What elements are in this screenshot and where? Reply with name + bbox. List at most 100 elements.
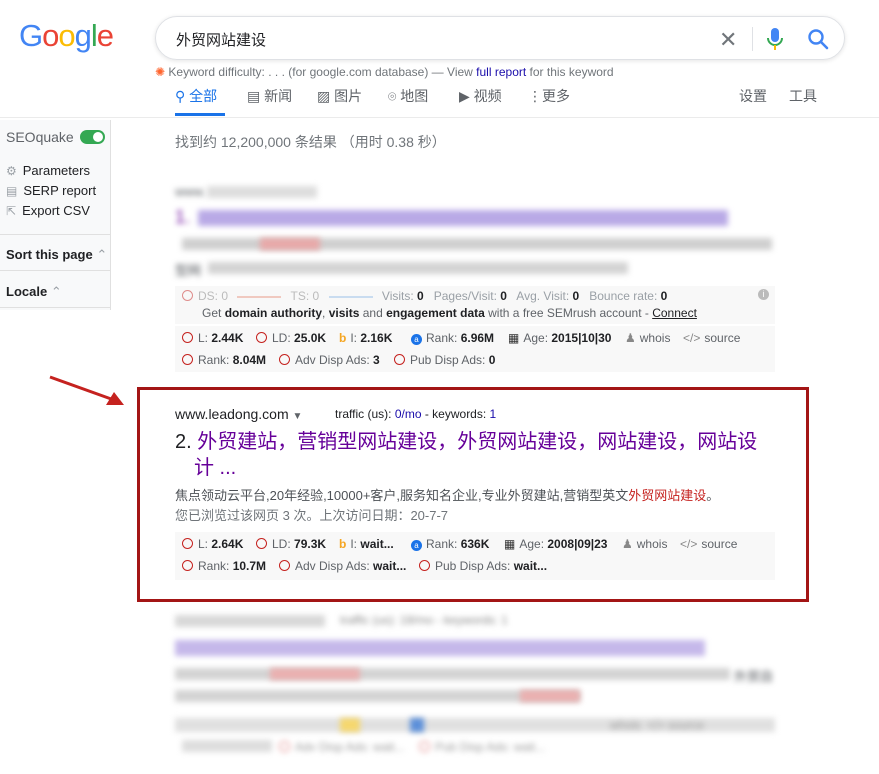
ts-label: TS: <box>290 289 310 303</box>
result1-title[interactable] <box>198 210 728 226</box>
metric-link-domains[interactable]: LD: 25.0K <box>256 331 326 345</box>
ts-bar <box>328 295 373 298</box>
metric-age[interactable]: ▦ Age: 2015|10|30 <box>508 331 611 345</box>
google-logo[interactable]: Google <box>19 18 114 54</box>
logo-letter: G <box>19 18 43 53</box>
metrics-row: Adv Disp Ads: wait... Pub Disp Ads: wait… <box>182 740 772 756</box>
metric-value: wait... <box>513 559 548 573</box>
seoquake-title: SEOquake <box>6 129 74 145</box>
metric-pub-disp-ads[interactable]: Pub Disp Ads: wait... <box>419 559 547 573</box>
metric-rank[interactable]: a Rank: 6.96M <box>411 331 494 345</box>
sort-page-toggle[interactable]: Sort this page ⌃ <box>6 247 107 263</box>
parameters-link[interactable]: ⚙ Parameters <box>6 163 90 178</box>
metric-index[interactable]: b I: wait... <box>339 537 394 551</box>
result1-url[interactable]: www. <box>175 184 206 199</box>
traffic-label: traffic (us): <box>335 407 392 421</box>
snippet-text: 。 <box>706 488 720 503</box>
metric-rank[interactable]: a Rank: 636K <box>411 537 489 551</box>
calendar-icon: ▦ <box>504 537 516 551</box>
metric-index[interactable]: b I: 2.16K <box>339 331 392 345</box>
info-icon[interactable]: i <box>758 289 769 300</box>
semrush-promo: Get domain authority, visits and engagem… <box>202 306 697 320</box>
settings-link[interactable]: 设置 <box>739 86 767 106</box>
metric-links[interactable]: L: 2.44K <box>182 331 243 345</box>
ds-bar <box>237 295 282 298</box>
metric-value: 2008|09|23 <box>547 537 608 551</box>
metric-label: Pub Disp Ads: <box>435 559 511 573</box>
whois-link[interactable]: ♟ whois <box>622 537 667 551</box>
tools-link[interactable]: 工具 <box>789 86 817 106</box>
promo-text: Get <box>202 306 225 320</box>
result3-whois[interactable]: whois </> source <box>610 718 704 732</box>
metrics-row: Rank: 10.7M Adv Disp Ads: wait... Pub Di… <box>182 559 772 575</box>
promo-bold: engagement data <box>386 306 485 320</box>
full-report-link[interactable]: full report <box>476 65 526 79</box>
kd-value: . . . <box>268 65 285 79</box>
kd-label: Keyword difficulty: <box>168 65 265 79</box>
export-csv-link[interactable]: ⇱ Export CSV <box>6 203 90 218</box>
visits-label: Visits: <box>381 289 414 303</box>
metric-label: source <box>701 537 738 551</box>
tab-label: 新闻 <box>264 88 293 104</box>
tab-all[interactable]: ⚲ 全部 <box>175 86 217 106</box>
traffic-value[interactable]: 0/mo <box>395 407 422 421</box>
source-link[interactable]: </> source <box>683 331 740 345</box>
serp-report-link[interactable]: ▤ SERP report <box>6 183 96 198</box>
metric-adv-disp-ads[interactable]: Adv Disp Ads: wait... <box>279 740 404 754</box>
status-circle-icon <box>182 354 193 365</box>
logo-letter: o <box>42 18 59 53</box>
search-icon[interactable] <box>806 27 830 51</box>
close-icon[interactable]: ✕ <box>719 27 737 53</box>
tab-videos[interactable]: ▶ 视频 <box>459 86 502 106</box>
seoquake-toggle[interactable] <box>80 130 105 144</box>
blurred-text <box>208 262 628 274</box>
metric-adv-disp-ads[interactable]: Adv Disp Ads: wait... <box>279 559 406 573</box>
result3-title[interactable] <box>175 640 705 656</box>
tab-news[interactable]: ▤ 新闻 <box>247 86 292 106</box>
blurred-text <box>270 668 360 680</box>
result2-url[interactable]: www.leadong.com ▼ <box>175 406 302 422</box>
metric-link-domains[interactable]: LD: 79.3K <box>256 537 326 551</box>
metric-age[interactable]: ▦ Age: 2008|09|23 <box>504 537 607 551</box>
visits-value: 0 <box>417 289 424 303</box>
metric-rank[interactable]: Rank: 10.7M <box>182 559 266 573</box>
status-circle-icon <box>394 354 405 365</box>
search-box[interactable]: 外贸网站建设 ✕ <box>155 16 845 60</box>
status-circle-icon <box>182 560 193 571</box>
whois-link[interactable]: ♟ whois <box>625 331 670 345</box>
status-circle-icon <box>182 332 193 343</box>
news-icon: ▤ <box>247 88 261 104</box>
metric-pub-disp-ads[interactable]: Pub Disp Ads: wait... <box>419 740 545 754</box>
tab-more[interactable]: ⋮更多 <box>528 86 570 106</box>
metric-value: 8.04M <box>232 353 267 367</box>
chevron-up-icon: ⌃ <box>96 247 108 262</box>
metric-label: Rank: <box>426 537 458 551</box>
tab-images[interactable]: ▨ 图片 <box>317 86 362 106</box>
result3-traffic: traffic (us): 18/mo - keywords: 1 <box>340 613 508 627</box>
result2-title[interactable]: 2. 外贸建站，营销型网站建设，外贸网站建设，网站建设，网站设 计 ... <box>175 429 775 481</box>
locale-toggle[interactable]: Locale ⌃ <box>6 284 62 300</box>
search-input[interactable]: 外贸网站建设 <box>176 29 266 50</box>
map-pin-icon: ⌾ <box>388 88 397 104</box>
blurred-text <box>520 690 580 702</box>
metric-label: Adv Disp Ads: <box>295 559 370 573</box>
microphone-icon[interactable] <box>767 27 783 51</box>
status-circle-icon <box>182 290 193 301</box>
metric-label: L: <box>198 331 209 345</box>
connect-link[interactable]: Connect <box>652 306 697 320</box>
tab-maps[interactable]: ⌾ 地图 <box>388 86 428 106</box>
metric-links[interactable]: L: 2.64K <box>182 537 243 551</box>
metric-adv-disp-ads[interactable]: Adv Disp Ads: 3 <box>279 353 380 367</box>
blurred-text <box>260 238 320 250</box>
metric-rank[interactable]: Rank: 8.04M <box>182 353 266 367</box>
source-link[interactable]: </> source <box>680 537 737 551</box>
metric-pub-disp-ads[interactable]: Pub Disp Ads: 0 <box>394 353 495 367</box>
keyword-difficulty-bar: ✺ Keyword difficulty: . . . (for google.… <box>155 65 614 79</box>
chevron-down-icon[interactable]: ▼ <box>293 411 303 422</box>
arrow-icon <box>49 375 124 405</box>
calendar-icon: ▦ <box>508 331 520 345</box>
keywords-value[interactable]: 1 <box>490 407 497 421</box>
sidebar-divider <box>0 234 110 235</box>
kd-db-note: (for google.com database) — <box>288 65 444 79</box>
status-circle-icon <box>419 560 430 571</box>
